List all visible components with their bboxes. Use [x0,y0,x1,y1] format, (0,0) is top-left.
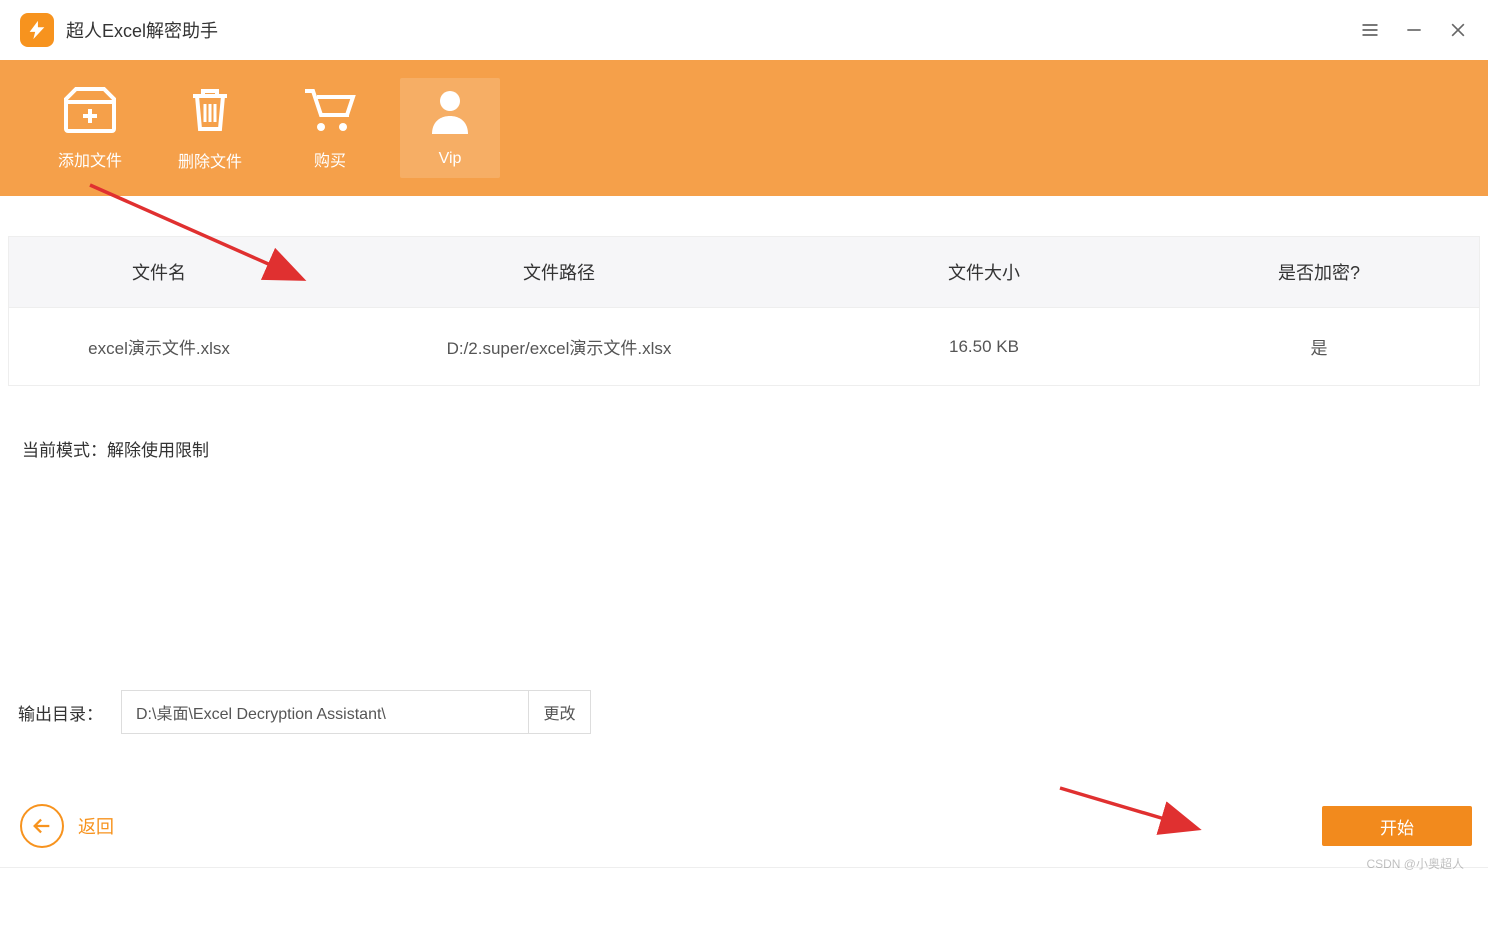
buy-button[interactable]: 购买 [280,78,380,178]
change-output-button[interactable]: 更改 [529,690,591,734]
minimize-button[interactable] [1404,20,1424,40]
window-controls [1360,20,1468,40]
th-name: 文件名 [9,237,309,307]
back-circle [20,804,64,848]
app-logo [20,13,54,47]
table-row[interactable]: excel演示文件.xlsx D:/2.super/excel演示文件.xlsx… [9,307,1479,385]
annotation-arrow-2 [1055,780,1205,840]
vip-button[interactable]: Vip [400,78,500,178]
titlebar-left: 超人Excel解密助手 [20,13,218,47]
minimize-icon [1404,20,1424,40]
delete-file-label: 删除文件 [178,148,242,172]
th-size: 文件大小 [809,237,1159,307]
lightning-icon [26,19,48,41]
close-button[interactable] [1448,20,1468,40]
add-file-label: 添加文件 [58,147,122,171]
watermark: CSDN @小奥超人 [1366,855,1464,872]
app-title: 超人Excel解密助手 [66,17,218,43]
cell-size: 16.50 KB [809,308,1159,385]
th-encrypted: 是否加密? [1159,237,1479,307]
file-table: 文件名 文件路径 文件大小 是否加密? excel演示文件.xlsx D:/2.… [8,236,1480,386]
output-dir-label: 输出目录： [18,700,103,725]
cell-encrypted: 是 [1159,308,1479,385]
mode-value: 解除使用限制 [107,441,209,460]
content: 文件名 文件路径 文件大小 是否加密? excel演示文件.xlsx D:/2.… [0,196,1488,461]
cell-path: D:/2.super/excel演示文件.xlsx [309,308,809,385]
titlebar: 超人Excel解密助手 [0,0,1488,60]
add-file-button[interactable]: 添加文件 [40,78,140,178]
back-label: 返回 [78,813,114,839]
output-directory: 输出目录： D:\桌面\Excel Decryption Assistant\ … [18,690,591,734]
th-path: 文件路径 [309,237,809,307]
cart-icon [303,85,357,133]
vip-label: Vip [439,150,462,168]
output-dir-path[interactable]: D:\桌面\Excel Decryption Assistant\ [121,690,529,734]
back-button[interactable]: 返回 [20,804,114,848]
start-button[interactable]: 开始 [1322,806,1472,846]
mode-label: 当前模式： [22,441,107,460]
table-header: 文件名 文件路径 文件大小 是否加密? [9,237,1479,307]
delete-file-button[interactable]: 删除文件 [160,78,260,178]
close-icon [1448,20,1468,40]
user-icon [428,88,472,136]
hamburger-icon [1360,20,1380,40]
mode-line: 当前模式：解除使用限制 [8,436,1480,461]
buy-label: 购买 [314,147,346,171]
footer-divider [0,867,1488,868]
toolbar: 添加文件 删除文件 购买 Vip [0,60,1488,196]
menu-button[interactable] [1360,20,1380,40]
add-file-icon [62,85,118,133]
arrow-left-icon [31,815,53,837]
cell-name: excel演示文件.xlsx [9,308,309,385]
trash-icon [185,84,235,134]
